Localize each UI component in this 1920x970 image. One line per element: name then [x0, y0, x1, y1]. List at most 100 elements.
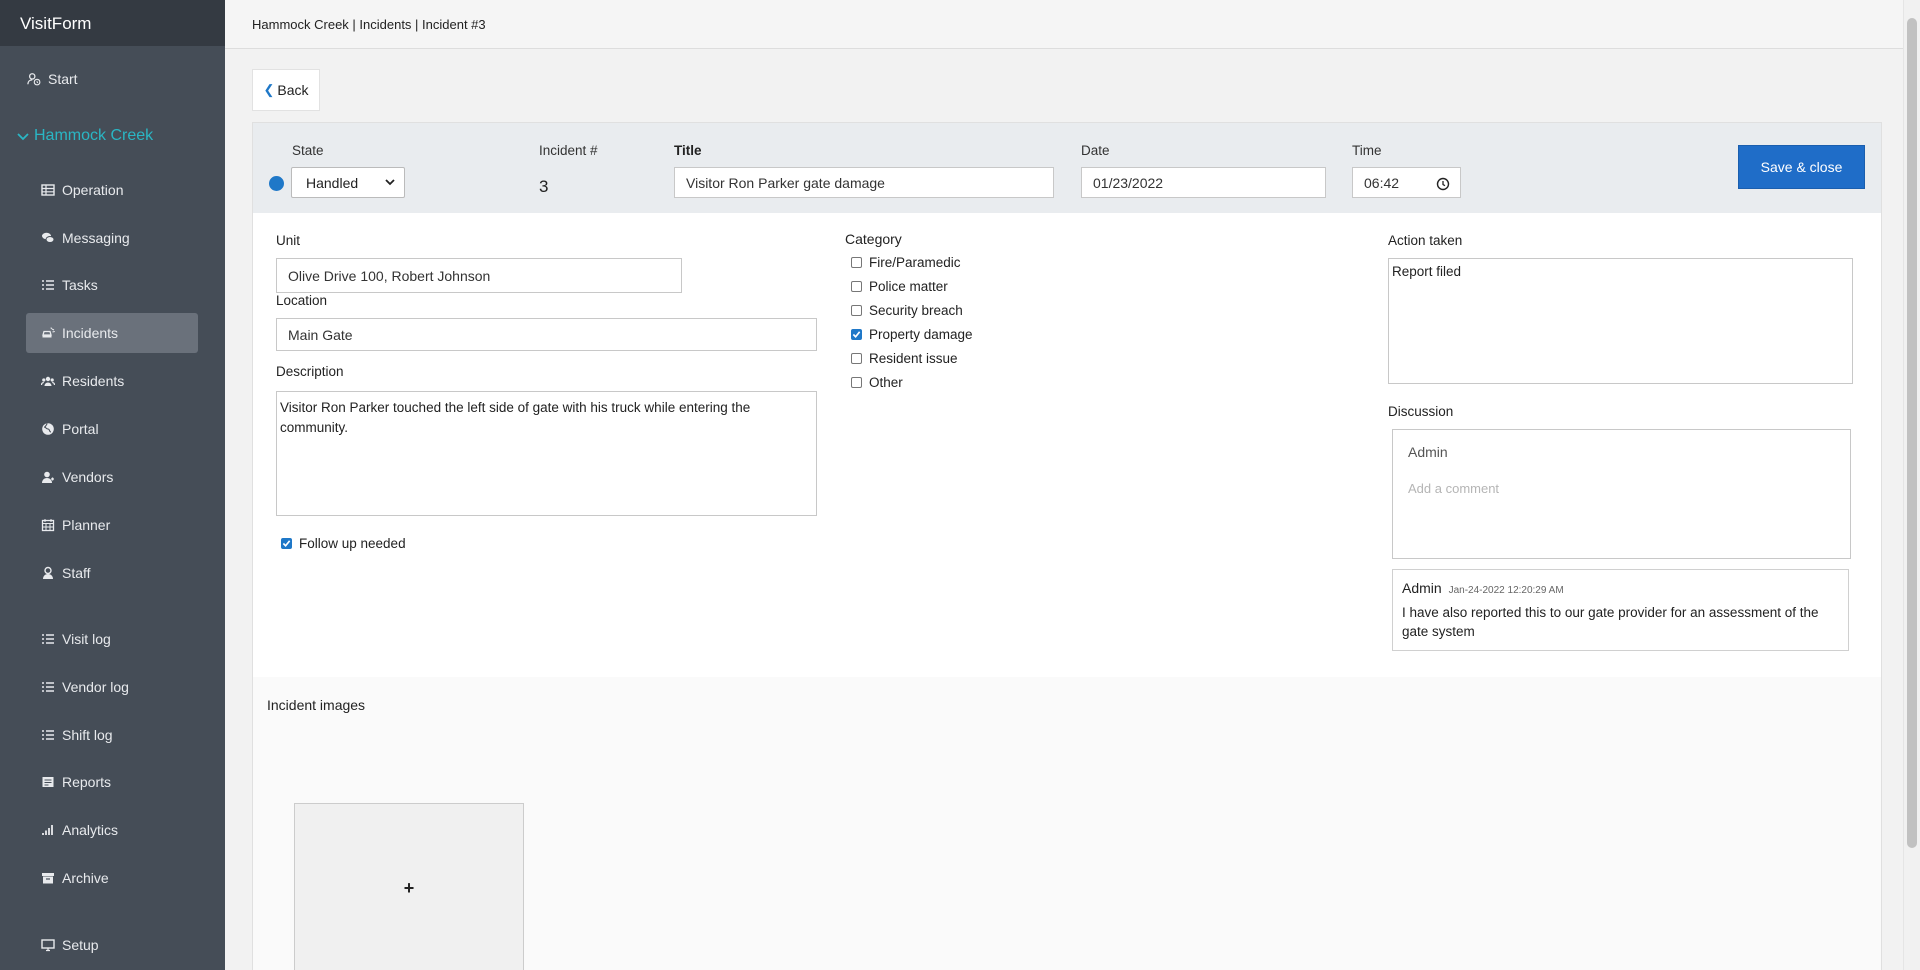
- checkbox-checked[interactable]: [851, 329, 862, 340]
- globe-icon: [40, 421, 56, 437]
- sidebar-item-shift-log[interactable]: Shift log: [26, 715, 198, 755]
- sidebar-item-visit-log[interactable]: Visit log: [26, 619, 198, 659]
- sidebar-item-label: Messaging: [62, 230, 130, 246]
- comment-user: Admin: [1408, 444, 1448, 460]
- unit-label: Unit: [276, 233, 301, 248]
- category-option-fire[interactable]: Fire/Paramedic: [851, 255, 961, 270]
- sidebar-item-tasks[interactable]: Tasks: [26, 265, 198, 305]
- category-option-label: Property damage: [869, 327, 973, 342]
- category-option-label: Security breach: [869, 303, 963, 318]
- state-value: Handled: [306, 174, 359, 191]
- sidebar-item-label: Incidents: [62, 325, 119, 341]
- follow-up-checkbox[interactable]: Follow up needed: [281, 536, 406, 551]
- sidebar-item-start[interactable]: Start: [16, 59, 188, 99]
- sidebar-item-operation[interactable]: Operation: [26, 170, 198, 210]
- monitor-icon: [40, 937, 56, 953]
- title-input[interactable]: Visitor Ron Parker gate damage: [674, 167, 1054, 198]
- description-textarea[interactable]: Visitor Ron Parker touched the left side…: [276, 391, 817, 516]
- discussion-label: Discussion: [1388, 404, 1454, 419]
- checkbox[interactable]: [851, 353, 862, 364]
- sidebar-item-staff[interactable]: Staff: [26, 553, 198, 593]
- sidebar-item-label: Analytics: [62, 822, 119, 838]
- state-select[interactable]: Handled: [291, 167, 405, 198]
- time-input[interactable]: 06:42: [1352, 167, 1461, 198]
- comment-timestamp: Jan-24-2022 12:20:29 AM: [1448, 585, 1564, 596]
- category-option-property-damage[interactable]: Property damage: [851, 327, 973, 342]
- location-label: Location: [276, 293, 328, 308]
- category-option-label: Resident issue: [869, 351, 958, 366]
- sidebar-item-label: Portal: [62, 421, 99, 437]
- add-image-button[interactable]: +: [294, 803, 524, 970]
- category-option-resident[interactable]: Resident issue: [851, 351, 958, 366]
- comment-text: I have also reported this to our gate pr…: [1402, 605, 1819, 639]
- community-name: Hammock Creek: [34, 127, 154, 144]
- category-option-police[interactable]: Police matter: [851, 279, 948, 294]
- date-label: Date: [1081, 143, 1110, 158]
- action-taken-textarea[interactable]: Report filed: [1388, 258, 1853, 384]
- location-input[interactable]: Main Gate: [276, 318, 817, 351]
- sidebar-item-label: Planner: [62, 517, 111, 533]
- sidebar-item-portal[interactable]: Portal: [26, 409, 198, 449]
- discussion-input-box[interactable]: Admin Add a comment: [1392, 429, 1851, 559]
- time-label: Time: [1352, 143, 1382, 158]
- checkbox[interactable]: [851, 377, 862, 388]
- title-label: Title: [674, 143, 702, 158]
- back-button[interactable]: ❮ Back: [252, 69, 320, 111]
- comment-input[interactable]: Add a comment: [1408, 481, 1499, 496]
- sidebar-item-messaging[interactable]: Messaging: [26, 218, 198, 258]
- description-label: Description: [276, 364, 344, 379]
- scrollbar-thumb[interactable]: [1907, 18, 1917, 848]
- sidebar-item-label: Operation: [62, 182, 124, 198]
- chevron-left-icon: ❮: [263, 82, 275, 97]
- table-icon: [40, 182, 56, 198]
- staff-icon: [40, 565, 56, 581]
- comment-author: Admin Jan-24-2022 12:20:29 AM: [1402, 580, 1564, 596]
- page-scrollbar[interactable]: [1903, 0, 1920, 970]
- category-option-label: Police matter: [869, 279, 948, 294]
- bar-chart-icon: [40, 822, 56, 838]
- chat-icon: [40, 230, 56, 246]
- top-bar: Hammock Creek | Incidents | Incident #3: [225, 0, 1905, 49]
- incident-header: State Handled Incident # 3 Title Visitor…: [253, 123, 1881, 213]
- sidebar: VisitForm Start Hammock Creek Operation …: [0, 0, 225, 970]
- sidebar-item-incidents[interactable]: Incidents: [26, 313, 198, 353]
- sidebar-item-residents[interactable]: Residents: [26, 361, 198, 401]
- incident-number: 3: [539, 177, 549, 196]
- calendar-icon: [40, 517, 56, 533]
- checkbox[interactable]: [851, 257, 862, 268]
- checkbox[interactable]: [851, 281, 862, 292]
- sidebar-item-vendor-log[interactable]: Vendor log: [26, 667, 198, 707]
- sidebar-item-reports[interactable]: Reports: [26, 762, 198, 802]
- incident-card: State Handled Incident # 3 Title Visitor…: [252, 122, 1882, 970]
- action-taken-label: Action taken: [1388, 233, 1463, 248]
- chevron-down-icon: [16, 129, 30, 143]
- sidebar-item-setup[interactable]: Setup: [26, 925, 198, 965]
- app-logo[interactable]: VisitForm: [0, 0, 225, 46]
- sidebar-item-archive[interactable]: Archive: [26, 858, 198, 898]
- time-value: 06:42: [1364, 174, 1400, 191]
- sidebar-item-planner[interactable]: Planner: [26, 505, 198, 545]
- date-input[interactable]: 01/23/2022: [1081, 167, 1326, 198]
- community-group-toggle[interactable]: Hammock Creek: [16, 124, 153, 148]
- checkbox[interactable]: [851, 305, 862, 316]
- breadcrumb: Hammock Creek | Incidents | Incident #3: [252, 17, 486, 32]
- save-close-button[interactable]: Save & close: [1738, 145, 1865, 189]
- sidebar-item-label: Staff: [62, 565, 91, 581]
- category-option-security[interactable]: Security breach: [851, 303, 963, 318]
- category-option-other[interactable]: Other: [851, 375, 903, 390]
- vendor-icon: [40, 469, 56, 485]
- sidebar-item-label: Start: [48, 71, 78, 87]
- clock-icon[interactable]: [1436, 177, 1450, 191]
- sidebar-item-label: Reports: [62, 774, 112, 790]
- check-icon: [852, 331, 861, 338]
- users-icon: [40, 373, 56, 389]
- archive-icon: [40, 870, 56, 886]
- car-crash-icon: [40, 325, 56, 341]
- sidebar-item-label: Residents: [62, 373, 125, 389]
- sidebar-item-vendors[interactable]: Vendors: [26, 457, 198, 497]
- unit-input[interactable]: Olive Drive 100, Robert Johnson: [276, 258, 682, 293]
- checkbox-checked[interactable]: [281, 538, 292, 549]
- sidebar-item-analytics[interactable]: Analytics: [26, 810, 198, 850]
- plus-icon: +: [403, 877, 415, 898]
- sidebar-item-label: Visit log: [62, 631, 111, 647]
